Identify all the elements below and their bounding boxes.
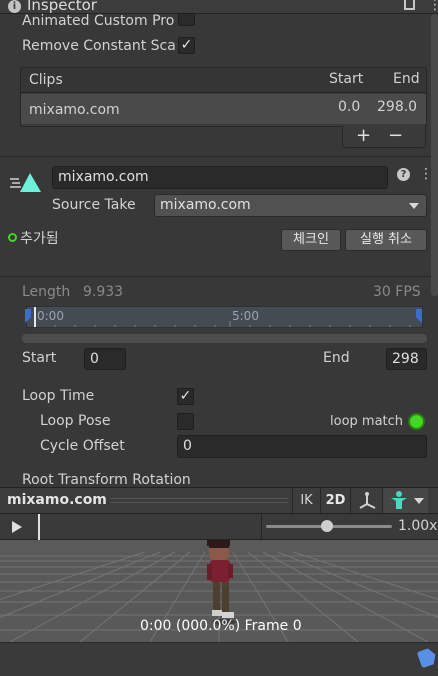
clips-header-name: Clips (29, 72, 63, 88)
revert-button[interactable]: 실행 취소 (345, 229, 427, 251)
playback-speed-divider (261, 514, 262, 540)
remove-clip-button[interactable]: − (388, 125, 403, 146)
clips-list: Clips Start End mixamo.com 0.0 298.0 (20, 67, 427, 127)
start-field[interactable]: 0 (84, 348, 126, 370)
inspector-tab-title: Inspector (27, 0, 97, 14)
animated-custom-props-checkbox[interactable] (178, 13, 195, 26)
clips-header: Clips Start End (21, 68, 426, 93)
avatar-chevron-down-icon (414, 498, 424, 504)
cycle-offset-label: Cycle Offset (40, 438, 125, 454)
more-menu-icon[interactable]: ⋮ (428, 0, 438, 12)
preview-title: mixamo.com (7, 492, 107, 508)
cycle-offset-field[interactable]: 0 (177, 435, 427, 458)
preview-viewport[interactable]: 0:00 (000.0%) Frame 0 (0, 540, 438, 642)
timeline-scrollbar[interactable] (22, 334, 427, 343)
add-clip-button[interactable]: + (356, 125, 371, 146)
loop-match-indicator-icon (408, 413, 425, 430)
inspector-scrollbar[interactable] (431, 14, 438, 296)
clips-header-start: Start (329, 71, 364, 87)
end-field[interactable]: 298 (386, 348, 427, 370)
pivot-toggle[interactable] (350, 488, 382, 513)
playback-speed-value: 1.00x (398, 518, 438, 534)
clip-name-field[interactable]: mixamo.com (52, 166, 388, 189)
preview-toolbar: mixamo.com IK 2D (0, 487, 438, 514)
divider-1 (0, 156, 438, 157)
pivot-icon (359, 492, 376, 509)
remove-constant-scale-label: Remove Constant Sca (22, 38, 176, 54)
end-label: End (323, 350, 350, 366)
asset-bundle-bar (0, 642, 438, 676)
timeline-ticks (34, 321, 411, 327)
length-label: Length (22, 284, 71, 300)
timeline-tick-5: 5:00 (232, 309, 259, 323)
remove-constant-scale-checkbox[interactable]: ✓ (178, 37, 195, 54)
inspector-tab[interactable]: i Inspector (0, 0, 112, 14)
fps-value: 30 FPS (373, 284, 421, 300)
loop-time-label: Loop Time (22, 388, 95, 404)
source-take-label: Source Take (52, 197, 136, 213)
character-model (207, 540, 236, 625)
loop-time-checkbox[interactable]: ✓ (177, 388, 194, 405)
avatar-body-icon (391, 491, 407, 509)
added-status-label: 추가됨 (20, 231, 59, 247)
playback-bar: 1.00x (0, 514, 438, 540)
lock-icon[interactable] (404, 0, 415, 10)
clips-header-end: End (393, 71, 420, 87)
loop-match-label: loop match (330, 414, 404, 429)
clips-footer: + − (342, 125, 426, 148)
inspector-header: i Inspector ⋮ (0, 0, 438, 14)
preview-status-text: 0:00 (000.0%) Frame 0 (140, 618, 302, 634)
playback-speed-handle[interactable] (321, 520, 333, 532)
clip-row[interactable]: mixamo.com 0.0 298.0 (21, 94, 426, 124)
info-icon: i (8, 0, 21, 13)
label-tag-icon[interactable] (417, 647, 438, 669)
preview-title-rule (110, 498, 288, 503)
root-transform-rotation-label: Root Transform Rotation (22, 472, 191, 488)
timeline-ruler[interactable]: 0:00 5:00 (26, 306, 423, 328)
loop-pose-checkbox[interactable] (177, 413, 194, 430)
chevron-down-icon (409, 203, 419, 209)
ik-toggle[interactable]: IK (292, 488, 320, 513)
mode-2d-toggle[interactable]: 2D (320, 488, 350, 513)
clip-row-end: 298.0 (377, 99, 418, 115)
clip-row-name: mixamo.com (29, 102, 120, 118)
loop-pose-label: Loop Pose (40, 413, 111, 429)
checkin-button[interactable]: 체크인 (281, 229, 341, 251)
animation-clip-icon (10, 170, 42, 194)
divider-2 (0, 276, 438, 277)
animated-custom-props-label: Animated Custom Pro (22, 13, 175, 29)
timeline-tick-0: 0:00 (37, 309, 64, 323)
clip-row-start: 0.0 (338, 99, 361, 115)
help-icon[interactable]: ? (397, 168, 410, 181)
playhead-line[interactable] (34, 307, 36, 327)
play-button-icon[interactable] (12, 521, 22, 533)
length-value: 9.933 (83, 284, 124, 300)
avatar-toggle[interactable] (382, 488, 428, 513)
source-take-dropdown[interactable]: mixamo.com (154, 194, 427, 217)
preview-time-cursor[interactable] (38, 514, 40, 540)
added-status-icon (8, 233, 17, 242)
source-take-value: mixamo.com (160, 197, 251, 213)
start-label: Start (22, 350, 57, 366)
